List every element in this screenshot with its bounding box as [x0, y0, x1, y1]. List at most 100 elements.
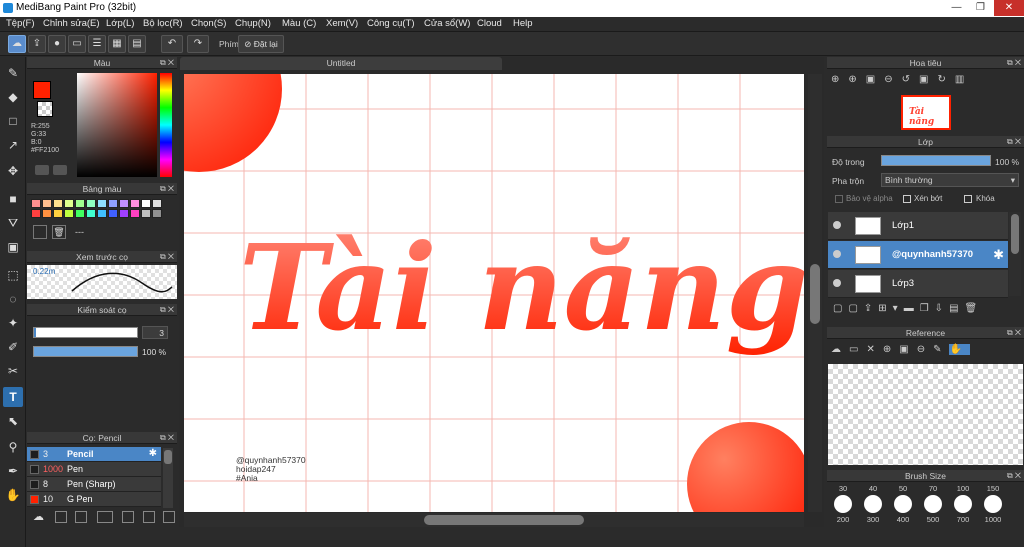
select-pen-tool-icon[interactable]: ✐: [3, 337, 23, 357]
menu-filter[interactable]: Bộ lọc(R): [143, 18, 183, 29]
brush-edit-icon[interactable]: [122, 511, 134, 523]
panel-controls-icon[interactable]: ⧉ ✕: [160, 183, 174, 195]
ref-zoom-in-icon[interactable]: ⊕: [883, 344, 899, 355]
line-tool-icon[interactable]: ↗: [3, 135, 23, 155]
minimize-button[interactable]: —: [944, 0, 969, 16]
brush-size-preset[interactable]: 150 1000: [979, 484, 1007, 524]
upload-layer-icon[interactable]: ⇪: [864, 303, 878, 314]
delete-palette-icon[interactable]: 🗑: [52, 225, 66, 239]
actual-size-icon[interactable]: ▣: [866, 74, 884, 85]
brush-settings-icon[interactable]: [97, 511, 113, 523]
menu-cloud[interactable]: Cloud: [477, 18, 502, 29]
redo-icon[interactable]: ↷: [187, 35, 209, 53]
menu-capture[interactable]: Chụp(N): [235, 18, 271, 29]
folder-icon[interactable]: [143, 511, 155, 523]
menu-color[interactable]: Màu (C): [282, 18, 316, 29]
select-tool-icon[interactable]: ⬚: [3, 265, 23, 285]
color-square[interactable]: [77, 73, 157, 177]
panel-controls-icon[interactable]: ⧉ ✕: [1007, 57, 1021, 69]
palette-swatch[interactable]: [64, 199, 74, 208]
duplicate-layer-icon[interactable]: ❐: [920, 303, 935, 314]
layer-settings-icon[interactable]: ▤: [949, 303, 964, 314]
panel-controls-icon[interactable]: ⧉ ✕: [1007, 136, 1021, 148]
brush-size-value[interactable]: 3: [142, 326, 168, 339]
palette-swatch[interactable]: [53, 209, 63, 218]
delete-layer-icon[interactable]: 🗑: [965, 303, 984, 314]
visibility-icon[interactable]: [833, 279, 841, 287]
cloud-icon[interactable]: ☁: [8, 35, 26, 53]
layer-folder-icon[interactable]: ▬: [904, 303, 920, 314]
palette-swatch[interactable]: [119, 199, 129, 208]
page-icon[interactable]: ☰: [88, 35, 106, 53]
palette-swatch[interactable]: [152, 209, 162, 218]
panel-controls-icon[interactable]: ⧉ ✕: [160, 432, 174, 444]
panel-controls-icon[interactable]: ⧉ ✕: [1007, 470, 1021, 482]
canvas-horizontal-scrollbar[interactable]: [184, 513, 804, 527]
clipping-checkbox[interactable]: [903, 195, 911, 203]
palette-swatch[interactable]: [130, 209, 140, 218]
ref-hand-icon[interactable]: ✋: [949, 344, 970, 355]
palette-swatch[interactable]: [152, 199, 162, 208]
zoom-in-icon[interactable]: ⊕: [848, 74, 865, 85]
brush-list-scrollbar[interactable]: [163, 448, 173, 508]
ref-fit-icon[interactable]: ▣: [899, 344, 916, 355]
palette-swatch[interactable]: [108, 209, 118, 218]
rotate-left-icon[interactable]: ↺: [902, 74, 919, 85]
reference-cloud-icon[interactable]: ☁: [831, 344, 849, 355]
layer-row[interactable]: Lớp1: [828, 212, 1008, 240]
eye-toggle-icon[interactable]: [35, 165, 49, 175]
menu-tools[interactable]: Công cụ(T): [367, 18, 415, 29]
brush-list-item[interactable]: 3 Pencil ✱: [27, 447, 161, 462]
pen-tool-icon[interactable]: ✒: [3, 461, 23, 481]
foreground-color-swatch[interactable]: [33, 81, 51, 99]
reset-button[interactable]: ⊘ Đặt lại: [238, 35, 284, 53]
horizontal-scroll-thumb[interactable]: [424, 515, 584, 525]
vertical-scroll-thumb[interactable]: [810, 264, 820, 324]
lasso-tool-icon[interactable]: ◌: [3, 289, 23, 309]
protect-alpha-checkbox[interactable]: [835, 195, 843, 203]
brush-list-item[interactable]: 10 G Pen: [27, 492, 161, 507]
palette-swatch[interactable]: [130, 199, 140, 208]
hand-tool-icon[interactable]: ✋: [3, 485, 23, 505]
undo-icon[interactable]: ↶: [161, 35, 183, 53]
brush-tool-icon[interactable]: ✎: [3, 63, 23, 83]
brush-size-preset[interactable]: 100 700: [949, 484, 977, 524]
fill-rect-tool-icon[interactable]: ■: [3, 189, 23, 209]
panel-controls-icon[interactable]: ⧉ ✕: [1007, 327, 1021, 339]
canvas-vertical-scrollbar[interactable]: [808, 74, 822, 512]
background-color-swatch[interactable]: [37, 101, 53, 117]
panel-controls-icon[interactable]: ⧉ ✕: [160, 57, 174, 69]
new-layer-icon[interactable]: ▢: [833, 303, 848, 314]
palette-swatch[interactable]: [119, 209, 129, 218]
magic-wand-tool-icon[interactable]: ✦: [3, 313, 23, 333]
reference-canvas[interactable]: [828, 364, 1023, 465]
menu-window[interactable]: Cửa sổ(W): [424, 18, 470, 29]
add-layer-menu-icon[interactable]: ⊞▾: [878, 303, 903, 314]
gear-icon[interactable]: ✱: [149, 448, 157, 459]
palette-swatch[interactable]: [31, 199, 41, 208]
swap-color-icon[interactable]: [53, 165, 67, 175]
layer-row[interactable]: Lớp3: [828, 270, 1008, 298]
panel-controls-icon[interactable]: ⧉ ✕: [160, 251, 174, 263]
brush-size-slider[interactable]: [33, 327, 138, 338]
menu-file[interactable]: Tệp(F): [6, 18, 35, 29]
layer-opacity-slider[interactable]: [881, 155, 991, 166]
operation-tool-icon[interactable]: ⬉: [3, 411, 23, 431]
menu-help[interactable]: Help: [513, 18, 533, 29]
new-brush-icon[interactable]: [55, 511, 67, 523]
menu-layer[interactable]: Lớp(L): [106, 18, 134, 29]
new-palette-icon[interactable]: [33, 225, 47, 239]
document-icon[interactable]: ▭: [68, 35, 86, 53]
palette-swatch[interactable]: [53, 199, 63, 208]
ref-zoom-out-icon[interactable]: ⊖: [917, 344, 933, 355]
blend-mode-select[interactable]: Bình thường ▾: [881, 173, 1019, 187]
hue-slider[interactable]: [160, 73, 172, 177]
ref-eyedropper-icon[interactable]: ✎: [933, 344, 949, 355]
brush-list-item[interactable]: 1000 Pen: [27, 462, 161, 477]
fit-window-icon[interactable]: ▣: [919, 74, 937, 85]
visibility-icon[interactable]: [833, 221, 841, 229]
grid-icon[interactable]: ▤: [128, 35, 146, 53]
maximize-button[interactable]: ❐: [968, 0, 993, 16]
document-tab[interactable]: Untitled: [180, 57, 502, 70]
zoom-fit-icon[interactable]: ⊕: [831, 74, 848, 85]
